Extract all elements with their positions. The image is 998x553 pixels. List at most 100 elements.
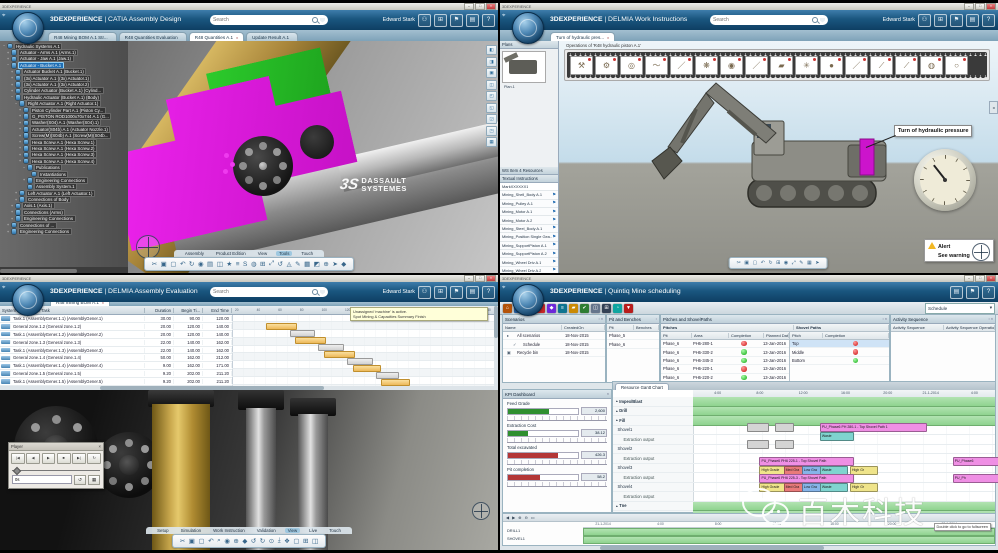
- share-icon[interactable]: ⚑: [450, 286, 463, 299]
- pit-row[interactable]: Phase_5: [607, 332, 659, 340]
- piston-head-1[interactable]: [238, 390, 284, 410]
- pitch-row[interactable]: Phase_6 PH6-280-1 13-Jan-2016: [661, 340, 789, 348]
- footer-tool-icon[interactable]: ⊕: [518, 515, 521, 520]
- maximize-button[interactable]: □: [975, 275, 985, 282]
- toolbar-icon[interactable]: ✔: [580, 304, 589, 313]
- minimize-button[interactable]: –: [964, 3, 974, 10]
- close-button[interactable]: ×: [986, 3, 996, 10]
- excavator-model[interactable]: [648, 61, 918, 226]
- player-close-icon[interactable]: ×: [99, 444, 101, 449]
- gantt-table-row[interactable]: Task.1 (AssemblyGener.1.3) (AssemblyGene…: [0, 347, 232, 355]
- tree-expander-icon[interactable]: +: [6, 230, 10, 234]
- 3dexperience-compass-logo[interactable]: [512, 12, 544, 44]
- gantt-table-row[interactable]: Task.1 (AssemblyGener.1.4) (AssemblyGene…: [0, 362, 232, 370]
- toolbar-icon[interactable]: ▼: [624, 304, 633, 313]
- tool-icon[interactable]: ⤢: [792, 260, 796, 266]
- gantt-table-row[interactable]: General zone.1.2 (General zone.1.2) 20.0…: [0, 323, 232, 331]
- tree-expander-icon[interactable]: +: [18, 134, 22, 138]
- tree-expander-icon[interactable]: +: [18, 153, 22, 157]
- resource-row-label[interactable]: Shovel3: [613, 464, 693, 474]
- tree-arrow-icon[interactable]: ▴: [616, 409, 618, 413]
- player-transport-button[interactable]: |◀: [11, 453, 25, 464]
- tree-expander-icon[interactable]: +: [18, 108, 22, 112]
- side-tool-icon[interactable]: ▣: [486, 68, 497, 78]
- activity-tab[interactable]: Activity Sequence: [893, 317, 928, 322]
- maximize-button[interactable]: □: [475, 3, 485, 10]
- col-name[interactable]: Name: [503, 325, 562, 330]
- shovelpath-row[interactable]: Top: [790, 340, 889, 348]
- tree-arrow-icon[interactable]: ▴: [616, 418, 618, 422]
- compass-mini-icon[interactable]: ⌖: [2, 285, 5, 292]
- tree-expander-icon[interactable]: +: [10, 70, 14, 74]
- content-icon[interactable]: ▤: [950, 286, 963, 299]
- player-loop-icon[interactable]: ↺: [74, 475, 86, 485]
- tool-icon[interactable]: ✂: [737, 260, 741, 266]
- toolbar-icon[interactable]: ◫: [591, 304, 600, 313]
- col-completion[interactable]: Completion: [729, 333, 764, 338]
- side-tool-icon[interactable]: ◰: [486, 91, 497, 101]
- col-activity-sequence[interactable]: Activity Sequence: [891, 325, 944, 330]
- document-tab[interactable]: R48 Quantities A.1x: [189, 32, 244, 41]
- col-planned-date[interactable]: Planned Date: [764, 333, 789, 338]
- col-duration[interactable]: Duration: [145, 308, 174, 313]
- toolbar-icon[interactable]: ▰: [569, 304, 578, 313]
- schedule-dropdown[interactable]: Schedule ▾: [925, 303, 995, 314]
- tool-icon[interactable]: ↻: [768, 260, 772, 266]
- search-bar[interactable]: [210, 287, 328, 297]
- operation-thumbnail[interactable]: ⟋: [895, 56, 918, 75]
- flange-part[interactable]: [233, 136, 293, 196]
- tree-expander-icon[interactable]: +: [18, 114, 22, 118]
- user-name[interactable]: Edward Stark: [383, 17, 415, 23]
- tree-expander-icon[interactable]: +: [22, 178, 26, 182]
- operation-thumbnail[interactable]: ／: [670, 56, 693, 75]
- tree-expander-icon[interactable]: −: [2, 44, 6, 48]
- gantt-bar[interactable]: [290, 330, 316, 337]
- gantt-table-row[interactable]: Task.1 (AssemblyGener.1.1) (AssemblyGene…: [0, 315, 232, 323]
- gantt-bar[interactable]: [318, 344, 344, 351]
- resource-item[interactable]: Mining_Shell_Body A.1 ⚑: [500, 191, 558, 199]
- plan-thumbnail[interactable]: Plan.1: [502, 51, 546, 83]
- schedule-bar[interactable]: PU_Phase6 PH 280-1 - Top Shovel Path 1: [820, 423, 927, 432]
- tab-close-icon[interactable]: x: [236, 35, 238, 40]
- gantt-bar[interactable]: [324, 351, 355, 358]
- view-compass[interactable]: [472, 502, 490, 520]
- view-compass[interactable]: [136, 235, 160, 259]
- col-sp-completion[interactable]: Completion: [823, 333, 889, 338]
- tool-icon[interactable]: ↶: [761, 260, 765, 266]
- gantt-vscrollbar[interactable]: [494, 306, 498, 386]
- operation-thumbnail[interactable]: ⚒: [570, 56, 593, 75]
- flag-icon[interactable]: ⚑: [552, 259, 556, 265]
- compass-mini-icon[interactable]: ⌖: [502, 13, 505, 20]
- resource-gantt-tab[interactable]: Resource Gantt Chart: [615, 383, 669, 390]
- resource-row-label[interactable]: Extraction output: [613, 435, 693, 445]
- footer-tool-icon[interactable]: ◀: [506, 515, 509, 520]
- col-createdon[interactable]: CreatedOn: [562, 325, 605, 330]
- search-icon[interactable]: [812, 17, 818, 23]
- resource-item[interactable]: Mining_SupportPiston A.2 ⚑: [500, 250, 558, 258]
- view-compass[interactable]: [972, 243, 990, 261]
- footer-tool-icon[interactable]: ▶: [512, 515, 515, 520]
- resource-row-label[interactable]: ▴ Drill: [613, 407, 693, 417]
- pitch-row[interactable]: Phase_6 PH6-345-3 13-Jan-2016: [661, 357, 789, 365]
- share-icon[interactable]: ⚑: [966, 286, 979, 299]
- gantt-bar[interactable]: [353, 365, 381, 372]
- side-tool-icon[interactable]: ◱: [486, 103, 497, 113]
- flag-icon[interactable]: ⚑: [552, 251, 556, 257]
- scenario-row[interactable]: ▸ All scenarios 18-Nov-2015: [503, 332, 605, 340]
- tool-icon[interactable]: ◉: [784, 260, 788, 266]
- pitches-tab[interactable]: Pitches and ShovelPaths: [663, 317, 712, 322]
- tree-expander-icon[interactable]: +: [14, 191, 18, 195]
- col-benches[interactable]: Benches: [634, 325, 659, 330]
- col-pitch[interactable]: Pitch: [790, 333, 823, 338]
- minimize-button[interactable]: –: [464, 3, 474, 10]
- toolbar-icon[interactable]: ⊞: [602, 304, 611, 313]
- dock-icons[interactable]: ▫ ×: [989, 317, 993, 321]
- schedule-bar[interactable]: Waste: [820, 432, 854, 441]
- col-area[interactable]: Area: [692, 333, 729, 338]
- gantt-table-row[interactable]: Task.1 (AssemblyGener.1.2) (AssemblyGene…: [0, 331, 232, 339]
- tree-arrow-icon[interactable]: ▴: [616, 399, 618, 403]
- tree-expander-icon[interactable]: +: [10, 217, 14, 221]
- resource-item[interactable]: Mining_Position Single Gea... ⚑: [500, 233, 558, 241]
- col-activity-operations[interactable]: Activity Sequence Operations: [944, 325, 995, 330]
- pit-benches-tab[interactable]: Pit and Benches: [609, 317, 641, 322]
